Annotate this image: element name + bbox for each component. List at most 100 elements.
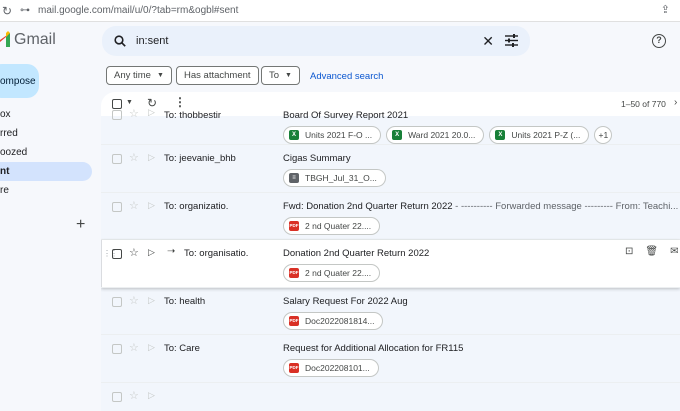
table-row[interactable]: ☆ ▷ To: Care Request for Additional Allo… xyxy=(101,335,680,383)
gmail-logo[interactable]: Gmail xyxy=(0,31,56,49)
attachment-chip[interactable]: ≡ TBGH_Jul_31_O... xyxy=(283,169,386,187)
email-sender: To: Care xyxy=(164,343,200,354)
forwarded-icon: ➝ xyxy=(167,246,176,257)
star-icon[interactable]: ☆ xyxy=(129,151,139,164)
pdf-file-icon: PDF xyxy=(289,268,299,278)
attachment-list: ≡ TBGH_Jul_31_O... xyxy=(283,169,386,187)
select-all-checkbox[interactable] xyxy=(112,99,122,109)
email-sender: To: thobbestir xyxy=(164,110,222,121)
email-snippet: - ---------- Forwarded message ---------… xyxy=(452,200,679,212)
more-attachments-badge[interactable]: +1 xyxy=(594,126,613,144)
email-list: ☆ ▷ To: thobbestir Board Of Survey Repor… xyxy=(101,107,680,411)
older-page-icon[interactable]: › xyxy=(674,97,677,108)
chevron-down-icon: ▼ xyxy=(285,72,292,79)
create-label-plus-icon[interactable]: + xyxy=(76,216,85,234)
pdf-file-icon: PDF xyxy=(289,315,299,326)
has-attachment-filter[interactable]: Has attachment xyxy=(176,66,259,85)
excel-file-icon: X xyxy=(289,130,299,140)
important-marker-icon[interactable]: ▷ xyxy=(148,295,155,306)
clear-search-icon[interactable]: ✕ xyxy=(482,33,494,50)
attachment-chip[interactable]: PDF Doc2022081814... xyxy=(283,311,384,330)
important-marker-icon[interactable]: ▷ xyxy=(148,247,155,258)
row-checkbox[interactable] xyxy=(112,154,122,164)
star-icon[interactable]: ☆ xyxy=(129,341,139,354)
sidebar-item-more[interactable]: re xyxy=(0,181,95,200)
attachment-chip[interactable]: X Ward 2021 20.0... xyxy=(386,126,485,144)
mail-list-panel: ▼ ↻ ⋮ 1–50 of 770 › ☆ ▷ To: thobbestir B… xyxy=(101,92,680,411)
table-row[interactable]: ☆ ▷ To: health Salary Request For 2022 A… xyxy=(101,287,680,335)
search-options-icon[interactable] xyxy=(505,34,518,47)
more-options-icon[interactable]: ⋮ xyxy=(174,95,186,109)
email-subject: Fwd: Donation 2nd Quarter Return 2022 - … xyxy=(283,200,679,212)
table-row[interactable]: ⋮⋮ ☆ ▷ ➝ To: organisatio. Donation 2nd Q… xyxy=(101,240,680,288)
search-icon[interactable] xyxy=(114,35,126,47)
document-file-icon: ≡ xyxy=(289,173,299,183)
email-subject: Donation 2nd Quarter Return 2022 xyxy=(283,248,430,259)
share-icon[interactable]: ⇪ xyxy=(661,3,670,16)
attachment-list: PDF Doc202208101... xyxy=(283,359,379,377)
advanced-search-link[interactable]: Advanced search xyxy=(310,71,383,82)
sidebar-nav: ox rred oozed nt re xyxy=(0,105,95,200)
row-checkbox[interactable] xyxy=(112,110,122,120)
mark-unread-icon[interactable]: ✉ xyxy=(670,246,678,257)
star-icon[interactable]: ☆ xyxy=(129,246,139,259)
table-row[interactable]: ☆ ▷ To: jeevanie_bhb Cigas Summary ≡ TBGH… xyxy=(101,145,680,193)
chevron-down-icon: ▼ xyxy=(156,72,164,79)
email-sender: To: jeevanie_bhb xyxy=(164,153,236,164)
archive-icon[interactable]: ⊡ xyxy=(625,246,633,257)
table-row[interactable]: ☆ ▷ To: organizatio. Fwd: Donation 2nd Q… xyxy=(101,192,680,240)
email-sender: To: health xyxy=(164,295,206,307)
star-icon[interactable]: ☆ xyxy=(129,294,139,307)
table-row[interactable]: ☆ ▷ xyxy=(101,382,680,411)
star-icon[interactable]: ☆ xyxy=(129,199,139,212)
attachment-chip[interactable]: PDF 2 nd Quater 22.... xyxy=(283,216,381,235)
important-marker-icon[interactable]: ▷ xyxy=(148,390,155,401)
site-info-icon[interactable]: ⊶ xyxy=(20,5,32,16)
to-filter[interactable]: To ▼ xyxy=(261,66,300,85)
attachment-chip[interactable]: PDF 2 nd Quater 22.... xyxy=(283,264,381,282)
table-row[interactable]: ☆ ▷ To: thobbestir Board Of Survey Repor… xyxy=(101,107,680,145)
pdf-file-icon: PDF xyxy=(289,363,299,373)
row-checkbox[interactable] xyxy=(112,391,122,402)
row-checkbox[interactable] xyxy=(112,249,122,259)
compose-button[interactable]: ompose xyxy=(0,64,39,98)
search-bar[interactable]: in:sent ✕ xyxy=(102,26,530,56)
row-checkbox[interactable] xyxy=(112,296,122,307)
email-subject: Board Of Survey Report 2021 xyxy=(283,110,409,121)
important-marker-icon[interactable]: ▷ xyxy=(148,152,155,163)
sidebar-item-snoozed[interactable]: oozed xyxy=(0,143,95,162)
select-dropdown-icon[interactable]: ▼ xyxy=(126,99,133,106)
excel-file-icon: X xyxy=(495,130,506,140)
email-subject: Cigas Summary xyxy=(283,153,351,164)
star-icon[interactable]: ☆ xyxy=(129,389,139,402)
attachment-chip[interactable]: X Units 2021 P-Z (... xyxy=(489,126,590,144)
reload-icon[interactable]: ↻ xyxy=(2,4,16,18)
attachment-list: PDF Doc2022081814... xyxy=(283,311,384,330)
important-marker-icon[interactable]: ▷ xyxy=(148,342,155,353)
sidebar-item-starred[interactable]: rred xyxy=(0,124,95,143)
pagination-count: 1–50 of 770 xyxy=(621,99,666,109)
email-subject: Salary Request For 2022 Aug xyxy=(283,295,408,307)
attachment-list: PDF 2 nd Quater 22.... xyxy=(283,216,381,235)
help-icon[interactable]: ? xyxy=(652,34,666,48)
sidebar-item-sent[interactable]: nt xyxy=(0,162,92,181)
sidebar-item-inbox[interactable]: ox xyxy=(0,105,95,124)
row-checkbox[interactable] xyxy=(112,201,122,212)
any-time-filter[interactable]: Any time ▼ xyxy=(106,66,172,85)
important-marker-icon[interactable]: ▷ xyxy=(148,107,155,118)
excel-file-icon: X xyxy=(392,130,403,140)
app-title: Gmail xyxy=(14,31,56,48)
important-marker-icon[interactable]: ▷ xyxy=(148,200,155,211)
row-checkbox[interactable] xyxy=(112,344,122,354)
email-sender: To: organizatio. xyxy=(164,200,229,212)
email-subject: Request for Additional Allocation for FR… xyxy=(283,343,464,354)
star-icon[interactable]: ☆ xyxy=(129,107,139,120)
search-input[interactable]: in:sent xyxy=(136,35,168,47)
browser-address-bar: ↻ ⊶ mail.google.com/mail/u/0/?tab=rm&ogb… xyxy=(0,0,680,22)
attachment-chip[interactable]: X Units 2021 F-O ... xyxy=(283,126,382,144)
pdf-file-icon: PDF xyxy=(289,220,299,231)
delete-icon[interactable]: 🗑 xyxy=(645,246,658,257)
compose-label: ompose xyxy=(0,75,36,87)
attachment-chip[interactable]: PDF Doc202208101... xyxy=(283,359,379,377)
url-text[interactable]: mail.google.com/mail/u/0/?tab=rm&ogbl#se… xyxy=(38,5,238,16)
